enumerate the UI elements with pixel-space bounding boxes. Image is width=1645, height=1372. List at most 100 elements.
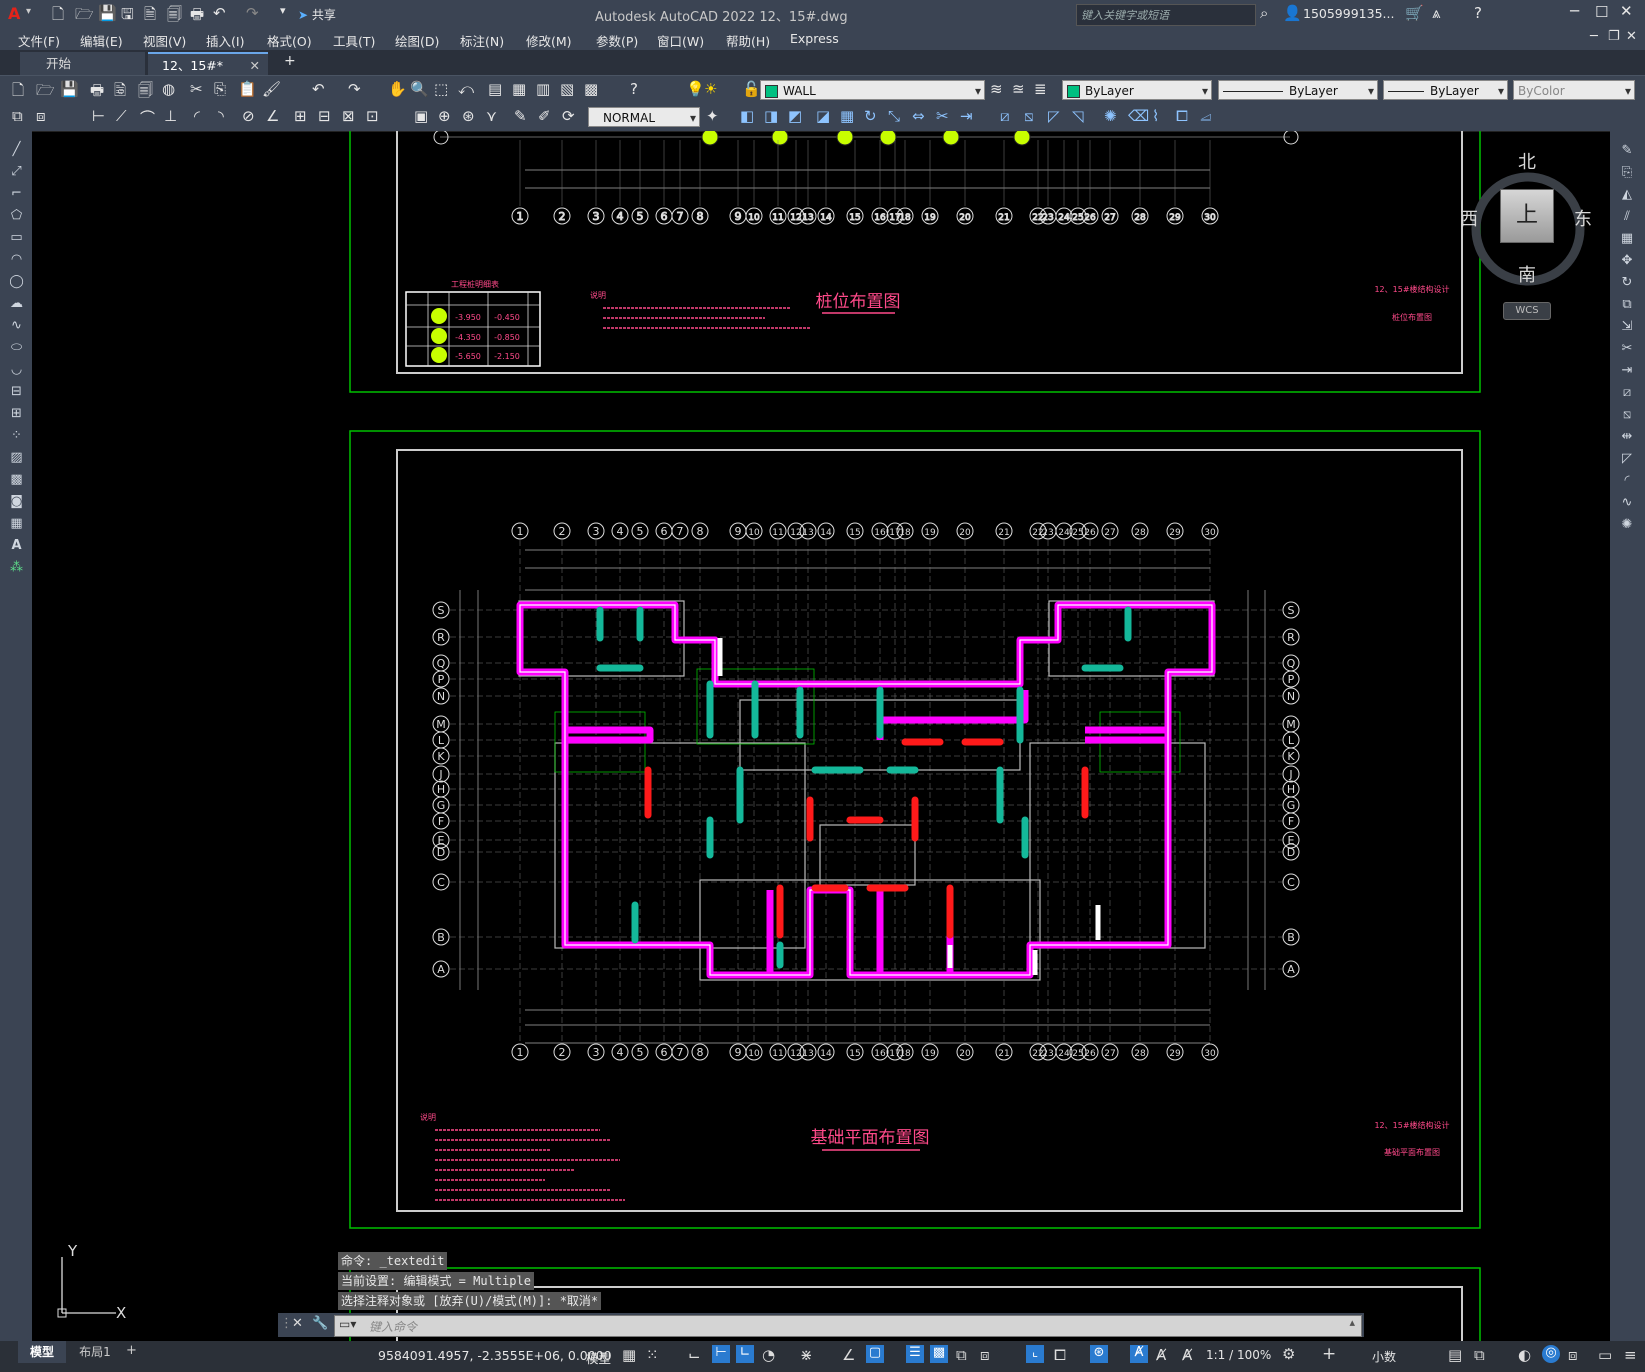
- tb-undo-icon[interactable]: ↶: [312, 80, 325, 98]
- lineweight-icon[interactable]: ☰: [906, 1345, 924, 1363]
- gradient-icon[interactable]: ▩: [8, 471, 25, 488]
- line-icon[interactable]: ╱: [8, 141, 25, 158]
- tb2-update-icon[interactable]: ⟳: [562, 107, 575, 125]
- menu-file[interactable]: 文件(F): [18, 31, 60, 50]
- tb-toolpalette-icon[interactable]: ▥: [536, 80, 550, 98]
- lineweight-dropdown[interactable]: ByLayer: [1383, 80, 1508, 101]
- tb-copy-icon[interactable]: ⎘: [214, 80, 226, 98]
- menu-format[interactable]: 格式(O): [267, 31, 312, 50]
- model-space-button[interactable]: 模型: [586, 1348, 611, 1367]
- units-value[interactable]: 小数: [1372, 1348, 1396, 1365]
- tb-preview-icon[interactable]: 🗟: [114, 80, 126, 105]
- tb-paste-icon[interactable]: 📋: [238, 80, 257, 98]
- tb-open-icon[interactable]: 🗁: [36, 80, 55, 105]
- hardware-accel-icon[interactable]: ◎: [1542, 1345, 1560, 1363]
- tb2-dimedit-icon[interactable]: ✎: [514, 107, 527, 125]
- hatch-icon[interactable]: ▨: [8, 449, 25, 466]
- doc-close-icon[interactable]: ✕: [1626, 29, 1637, 44]
- tb2-mirror-icon[interactable]: ◩: [788, 107, 802, 125]
- extend-icon[interactable]: ⇥: [1618, 362, 1636, 380]
- add-selected-icon[interactable]: ⁂: [8, 559, 25, 576]
- tb2-rotate-icon[interactable]: ↻: [864, 107, 877, 125]
- redo-icon[interactable]: ↷: [246, 4, 259, 22]
- stretch-icon[interactable]: ⇲: [1618, 318, 1636, 336]
- copy-icon[interactable]: ⎘: [1618, 164, 1636, 182]
- menu-modify[interactable]: 修改(M): [526, 31, 572, 50]
- tb-calc-icon[interactable]: ▩: [584, 80, 598, 98]
- command-customize-icon[interactable]: 🔧: [312, 1316, 328, 1331]
- tb2-trim-icon[interactable]: ✂: [936, 107, 949, 125]
- cart-icon[interactable]: 🛒: [1405, 4, 1424, 22]
- tb-zoom-window-icon[interactable]: ⬚: [434, 80, 448, 98]
- revcloud-icon[interactable]: ☁: [8, 295, 25, 312]
- auto-scale-icon[interactable]: Ⱥ: [1156, 1346, 1166, 1364]
- tb2-draworder-icon[interactable]: ⧉: [12, 107, 23, 125]
- undo-icon[interactable]: ↶: [213, 4, 226, 22]
- autodesk-app-icon[interactable]: ⩓: [1432, 4, 1440, 22]
- scale-icon[interactable]: ⧉: [1618, 296, 1636, 314]
- tb2-scale-icon[interactable]: ⤡: [888, 107, 900, 125]
- array-icon[interactable]: ▦: [1618, 230, 1636, 248]
- coordinates-readout[interactable]: 9584091.4957, -2.3555E+06, 0.0000: [378, 1348, 612, 1363]
- tb2-explode-icon[interactable]: ✺: [1104, 107, 1117, 125]
- tb-zoom-realtime-icon[interactable]: 🔍: [410, 80, 429, 98]
- annotation-scale-icon[interactable]: Ⱥ: [1182, 1346, 1192, 1364]
- customization-icon[interactable]: ≡: [1624, 1346, 1637, 1364]
- isolate-objects-icon[interactable]: ◐: [1518, 1346, 1531, 1364]
- menu-draw[interactable]: 绘图(D): [395, 31, 439, 50]
- tb-properties-icon[interactable]: ▤: [488, 80, 502, 98]
- tb2-copyobj-icon[interactable]: ◨: [764, 107, 778, 125]
- tb-pan-icon[interactable]: ✋: [388, 80, 407, 98]
- menu-tools[interactable]: 工具(T): [333, 31, 375, 50]
- rotate-icon[interactable]: ↻: [1618, 274, 1636, 292]
- gizmo-icon[interactable]: ⊛: [1090, 1345, 1108, 1363]
- compass-south[interactable]: 南: [1518, 261, 1536, 287]
- new-tab-icon[interactable]: +: [284, 53, 296, 69]
- polygon-icon[interactable]: ⬠: [8, 207, 25, 224]
- ortho-icon[interactable]: ∟: [736, 1345, 754, 1363]
- join-icon[interactable]: ⇹: [1618, 428, 1636, 446]
- fillet-icon[interactable]: ◜: [1618, 472, 1636, 490]
- layer-current-icon[interactable]: ≊: [1012, 80, 1025, 98]
- open-web-icon[interactable]: 🗎: [144, 4, 156, 29]
- erase-icon[interactable]: ✎: [1618, 142, 1636, 160]
- tb2-chamfer-icon[interactable]: ◸: [1048, 107, 1060, 125]
- tb-match-icon[interactable]: 🖌: [262, 80, 281, 98]
- app-menu-chevron-icon[interactable]: ▾: [26, 6, 31, 17]
- doc-restore-icon[interactable]: ❐: [1608, 29, 1620, 44]
- 3d-osnap-icon[interactable]: ⧈: [980, 1346, 990, 1364]
- table-icon[interactable]: ▦: [8, 515, 25, 532]
- maximize-icon[interactable]: ☐: [1595, 3, 1608, 21]
- tb-new-icon[interactable]: 🗋: [12, 80, 24, 105]
- spline-icon[interactable]: ∿: [8, 317, 25, 334]
- tb2-space-icon[interactable]: ⊡: [366, 107, 379, 125]
- menu-window[interactable]: 窗口(W): [657, 31, 704, 50]
- layer-freeze-icon[interactable]: ☀: [704, 80, 717, 98]
- blend-icon[interactable]: ∿: [1618, 494, 1636, 512]
- menu-help[interactable]: 帮助(H): [726, 31, 770, 50]
- selection-filter-icon[interactable]: ⧠: [1054, 1346, 1066, 1364]
- save-icon[interactable]: 💾: [98, 4, 117, 22]
- viewcube-top-face[interactable]: 上: [1500, 189, 1554, 243]
- share-button[interactable]: ➤ 共享: [298, 6, 336, 23]
- break-icon[interactable]: ⧅: [1618, 406, 1636, 424]
- tb2-annot-icon[interactable]: ⧈: [36, 107, 46, 125]
- tb2-center-mark-icon[interactable]: ⊕: [438, 107, 451, 125]
- tb2-linear-dim-icon[interactable]: ⊢: [92, 107, 105, 125]
- construction-line-icon[interactable]: ⤢: [8, 163, 25, 180]
- tb2-jog-line-icon[interactable]: ⋎: [486, 107, 497, 125]
- tb2-extend-icon[interactable]: ⇥: [960, 107, 973, 125]
- color-dropdown[interactable]: ByLayer: [1062, 80, 1212, 101]
- tab-close-icon[interactable]: ✕: [250, 54, 260, 77]
- annotation-scale-value[interactable]: 1:1 / 100%: [1206, 1348, 1271, 1362]
- fullscreen-icon[interactable]: ▭: [1598, 1346, 1612, 1364]
- close-icon[interactable]: ✕: [1620, 2, 1633, 20]
- annotation-monitor-icon[interactable]: +: [1322, 1344, 1336, 1364]
- circle-icon[interactable]: ◯: [8, 273, 25, 290]
- snap-icon[interactable]: ⁙: [646, 1346, 659, 1364]
- tb-redo-icon[interactable]: ↷: [348, 80, 361, 98]
- layer-lock-icon[interactable]: 🔓: [742, 80, 761, 98]
- tb2-tolerance-icon[interactable]: ▣: [414, 107, 428, 125]
- dynamic-ucs-icon[interactable]: ⌞: [1026, 1345, 1044, 1363]
- quick-properties-icon[interactable]: ▤: [1448, 1346, 1462, 1364]
